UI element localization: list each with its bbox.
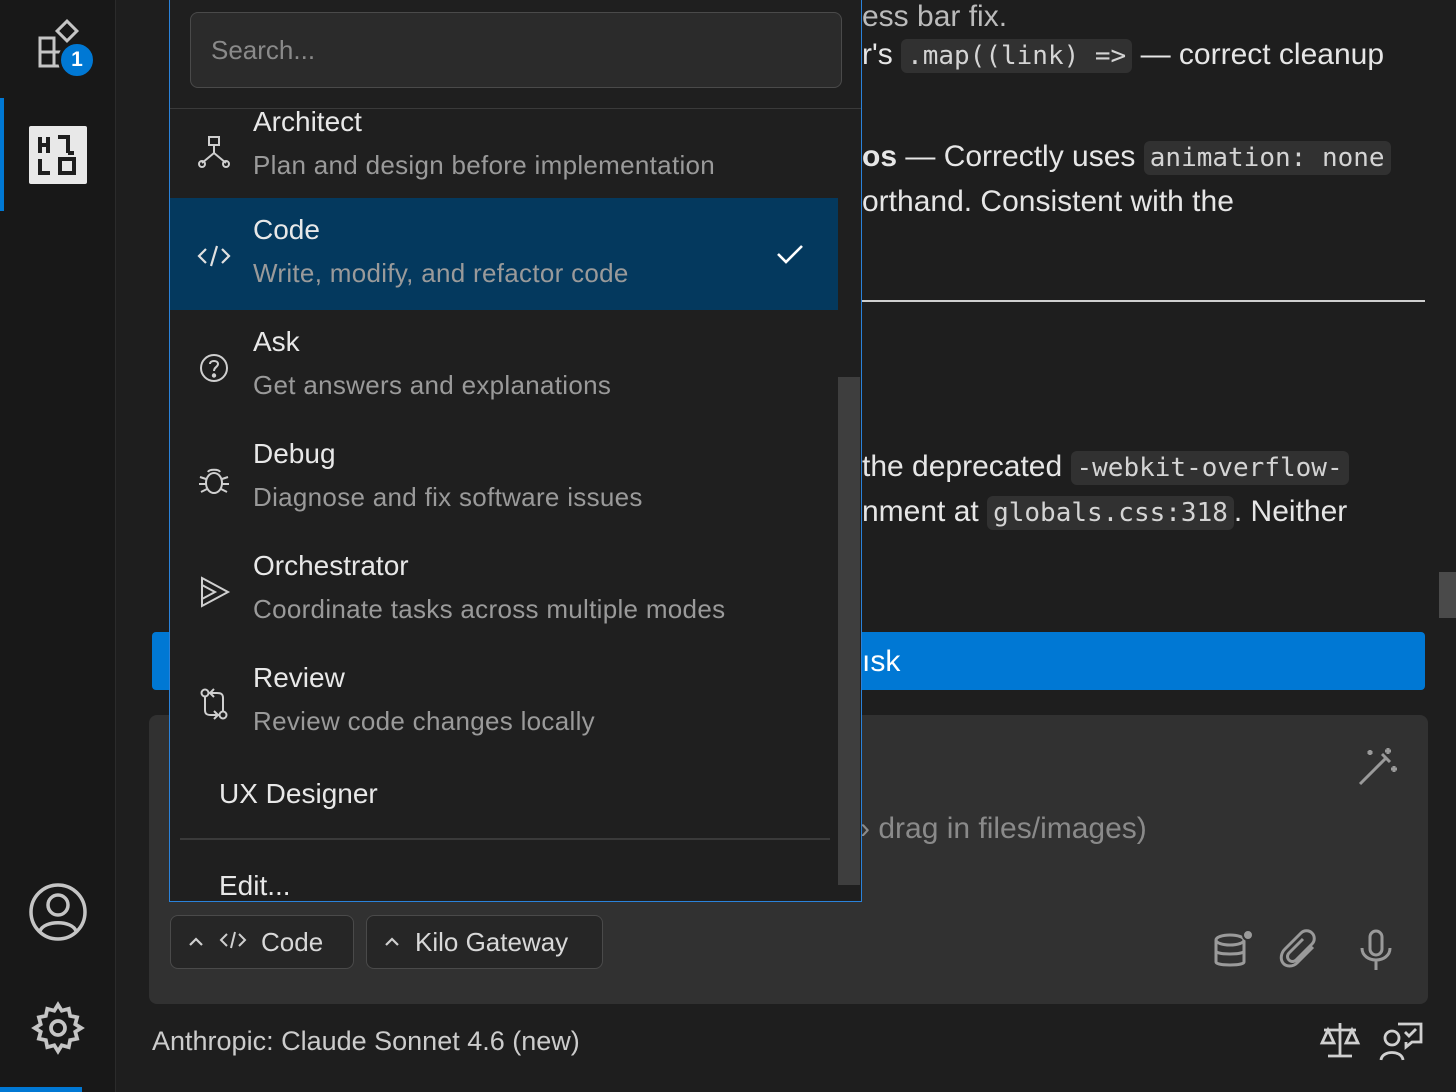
mode-item-architect[interactable]: Architect Plan and design before impleme… bbox=[170, 90, 838, 202]
mode-description: Coordinate tasks across multiple modes bbox=[253, 594, 726, 624]
mode-selector-button[interactable]: Code bbox=[170, 915, 354, 969]
database-icon[interactable] bbox=[1208, 926, 1256, 974]
chat-bold-text: os bbox=[862, 140, 898, 173]
kilo-logo-icon[interactable] bbox=[29, 126, 87, 184]
mode-dropdown: Architect Plan and design before impleme… bbox=[169, 0, 862, 902]
architect-icon bbox=[192, 130, 236, 174]
inline-code: .map((link) => bbox=[901, 39, 1133, 73]
mode-name: Review bbox=[253, 662, 345, 693]
model-name-label[interactable]: Anthropic: Claude Sonnet 4.6 (new) bbox=[152, 1026, 580, 1057]
feedback-person-icon[interactable] bbox=[1378, 1018, 1426, 1066]
microphone-icon[interactable] bbox=[1352, 926, 1400, 974]
orchestrator-icon bbox=[192, 570, 236, 614]
checkmark-icon bbox=[777, 245, 803, 264]
chat-text: the deprecated bbox=[862, 450, 1063, 483]
active-indicator bbox=[0, 98, 4, 211]
chat-text: — Correctly uses bbox=[905, 140, 1136, 173]
mode-item-ask[interactable]: Ask Get answers and explanations bbox=[170, 310, 838, 422]
horizontal-rule bbox=[860, 300, 1425, 302]
mode-item-code[interactable]: Code Write, modify, and refactor code bbox=[170, 198, 838, 310]
divider bbox=[180, 838, 830, 840]
chat-line-2: os — Correctly uses animation: none bbox=[862, 140, 1391, 175]
chat-text: r's bbox=[862, 38, 893, 71]
inline-code: animation: none bbox=[1143, 141, 1391, 175]
dropdown-scrollbar[interactable] bbox=[838, 377, 860, 885]
chat-text: . Neither bbox=[1233, 495, 1348, 528]
chat-line-4: the deprecated -webkit-overflow- bbox=[862, 450, 1349, 485]
placeholder-text: drag in files/images) bbox=[878, 812, 1147, 845]
mode-selector-label: Code bbox=[261, 926, 324, 957]
mode-name: Architect bbox=[253, 106, 362, 137]
mode-item-review[interactable]: Review Review code changes locally bbox=[170, 646, 838, 758]
edit-modes-item[interactable]: Edit... bbox=[170, 860, 838, 901]
scale-balance-icon[interactable] bbox=[1318, 1018, 1366, 1066]
mode-name: Orchestrator bbox=[253, 550, 409, 581]
paperclip-icon[interactable] bbox=[1276, 926, 1324, 974]
notification-badge: 1 bbox=[58, 41, 96, 79]
chat-scrollbar-thumb[interactable] bbox=[1439, 572, 1456, 618]
mode-item-ux-designer[interactable]: UX Designer bbox=[170, 770, 838, 830]
mode-description: Write, modify, and refactor code bbox=[253, 258, 629, 288]
mode-description: Get answers and explanations bbox=[253, 370, 612, 400]
chevron-up-icon bbox=[383, 927, 401, 958]
settings-gear-icon[interactable] bbox=[26, 996, 90, 1060]
chat-line-3: orthand. Consistent with the bbox=[862, 185, 1234, 218]
mode-item-orchestrator[interactable]: Orchestrator Coordinate tasks across mul… bbox=[170, 534, 838, 646]
activity-bar: 1 bbox=[0, 0, 116, 1092]
bug-icon bbox=[192, 458, 236, 502]
chevron-up-icon bbox=[187, 927, 205, 958]
mode-description: Review code changes locally bbox=[253, 706, 595, 736]
account-icon[interactable] bbox=[26, 880, 90, 944]
mode-name: Debug bbox=[253, 438, 336, 469]
mode-name: Ask bbox=[253, 326, 300, 357]
status-strip bbox=[0, 1087, 82, 1092]
mode-item-debug[interactable]: Debug Diagnose and fix software issues bbox=[170, 422, 838, 534]
chat-line-5: nment at globals.css:318. Neither bbox=[862, 495, 1348, 530]
code-icon bbox=[192, 234, 236, 278]
mode-search-input[interactable] bbox=[190, 12, 842, 88]
inline-code: globals.css:318 bbox=[987, 496, 1234, 530]
provider-selector-button[interactable]: Kilo Gateway bbox=[366, 915, 603, 969]
provider-selector-label: Kilo Gateway bbox=[415, 926, 569, 957]
chat-text: — correct cleanup bbox=[1140, 38, 1385, 71]
question-icon bbox=[192, 346, 236, 390]
partial-text-top: ess bar fix. bbox=[862, 0, 1008, 33]
inline-code: -webkit-overflow- bbox=[1070, 451, 1349, 485]
mode-description: Diagnose and fix software issues bbox=[253, 482, 643, 512]
git-compare-icon bbox=[192, 682, 236, 726]
chat-text: nment at bbox=[862, 495, 979, 528]
chat-input-placeholder: › drag in files/images) bbox=[860, 812, 1147, 845]
code-icon bbox=[219, 927, 247, 958]
mode-name: UX Designer bbox=[219, 778, 378, 809]
chat-line-1: r's .map((link) => — correct cleanup bbox=[862, 38, 1385, 73]
edit-label: Edit... bbox=[219, 870, 291, 901]
mode-name: Code bbox=[253, 214, 320, 245]
new-task-label: ısk bbox=[862, 645, 901, 678]
magic-wand-icon[interactable] bbox=[1352, 744, 1400, 792]
mode-description: Plan and design before implementation bbox=[253, 150, 716, 180]
